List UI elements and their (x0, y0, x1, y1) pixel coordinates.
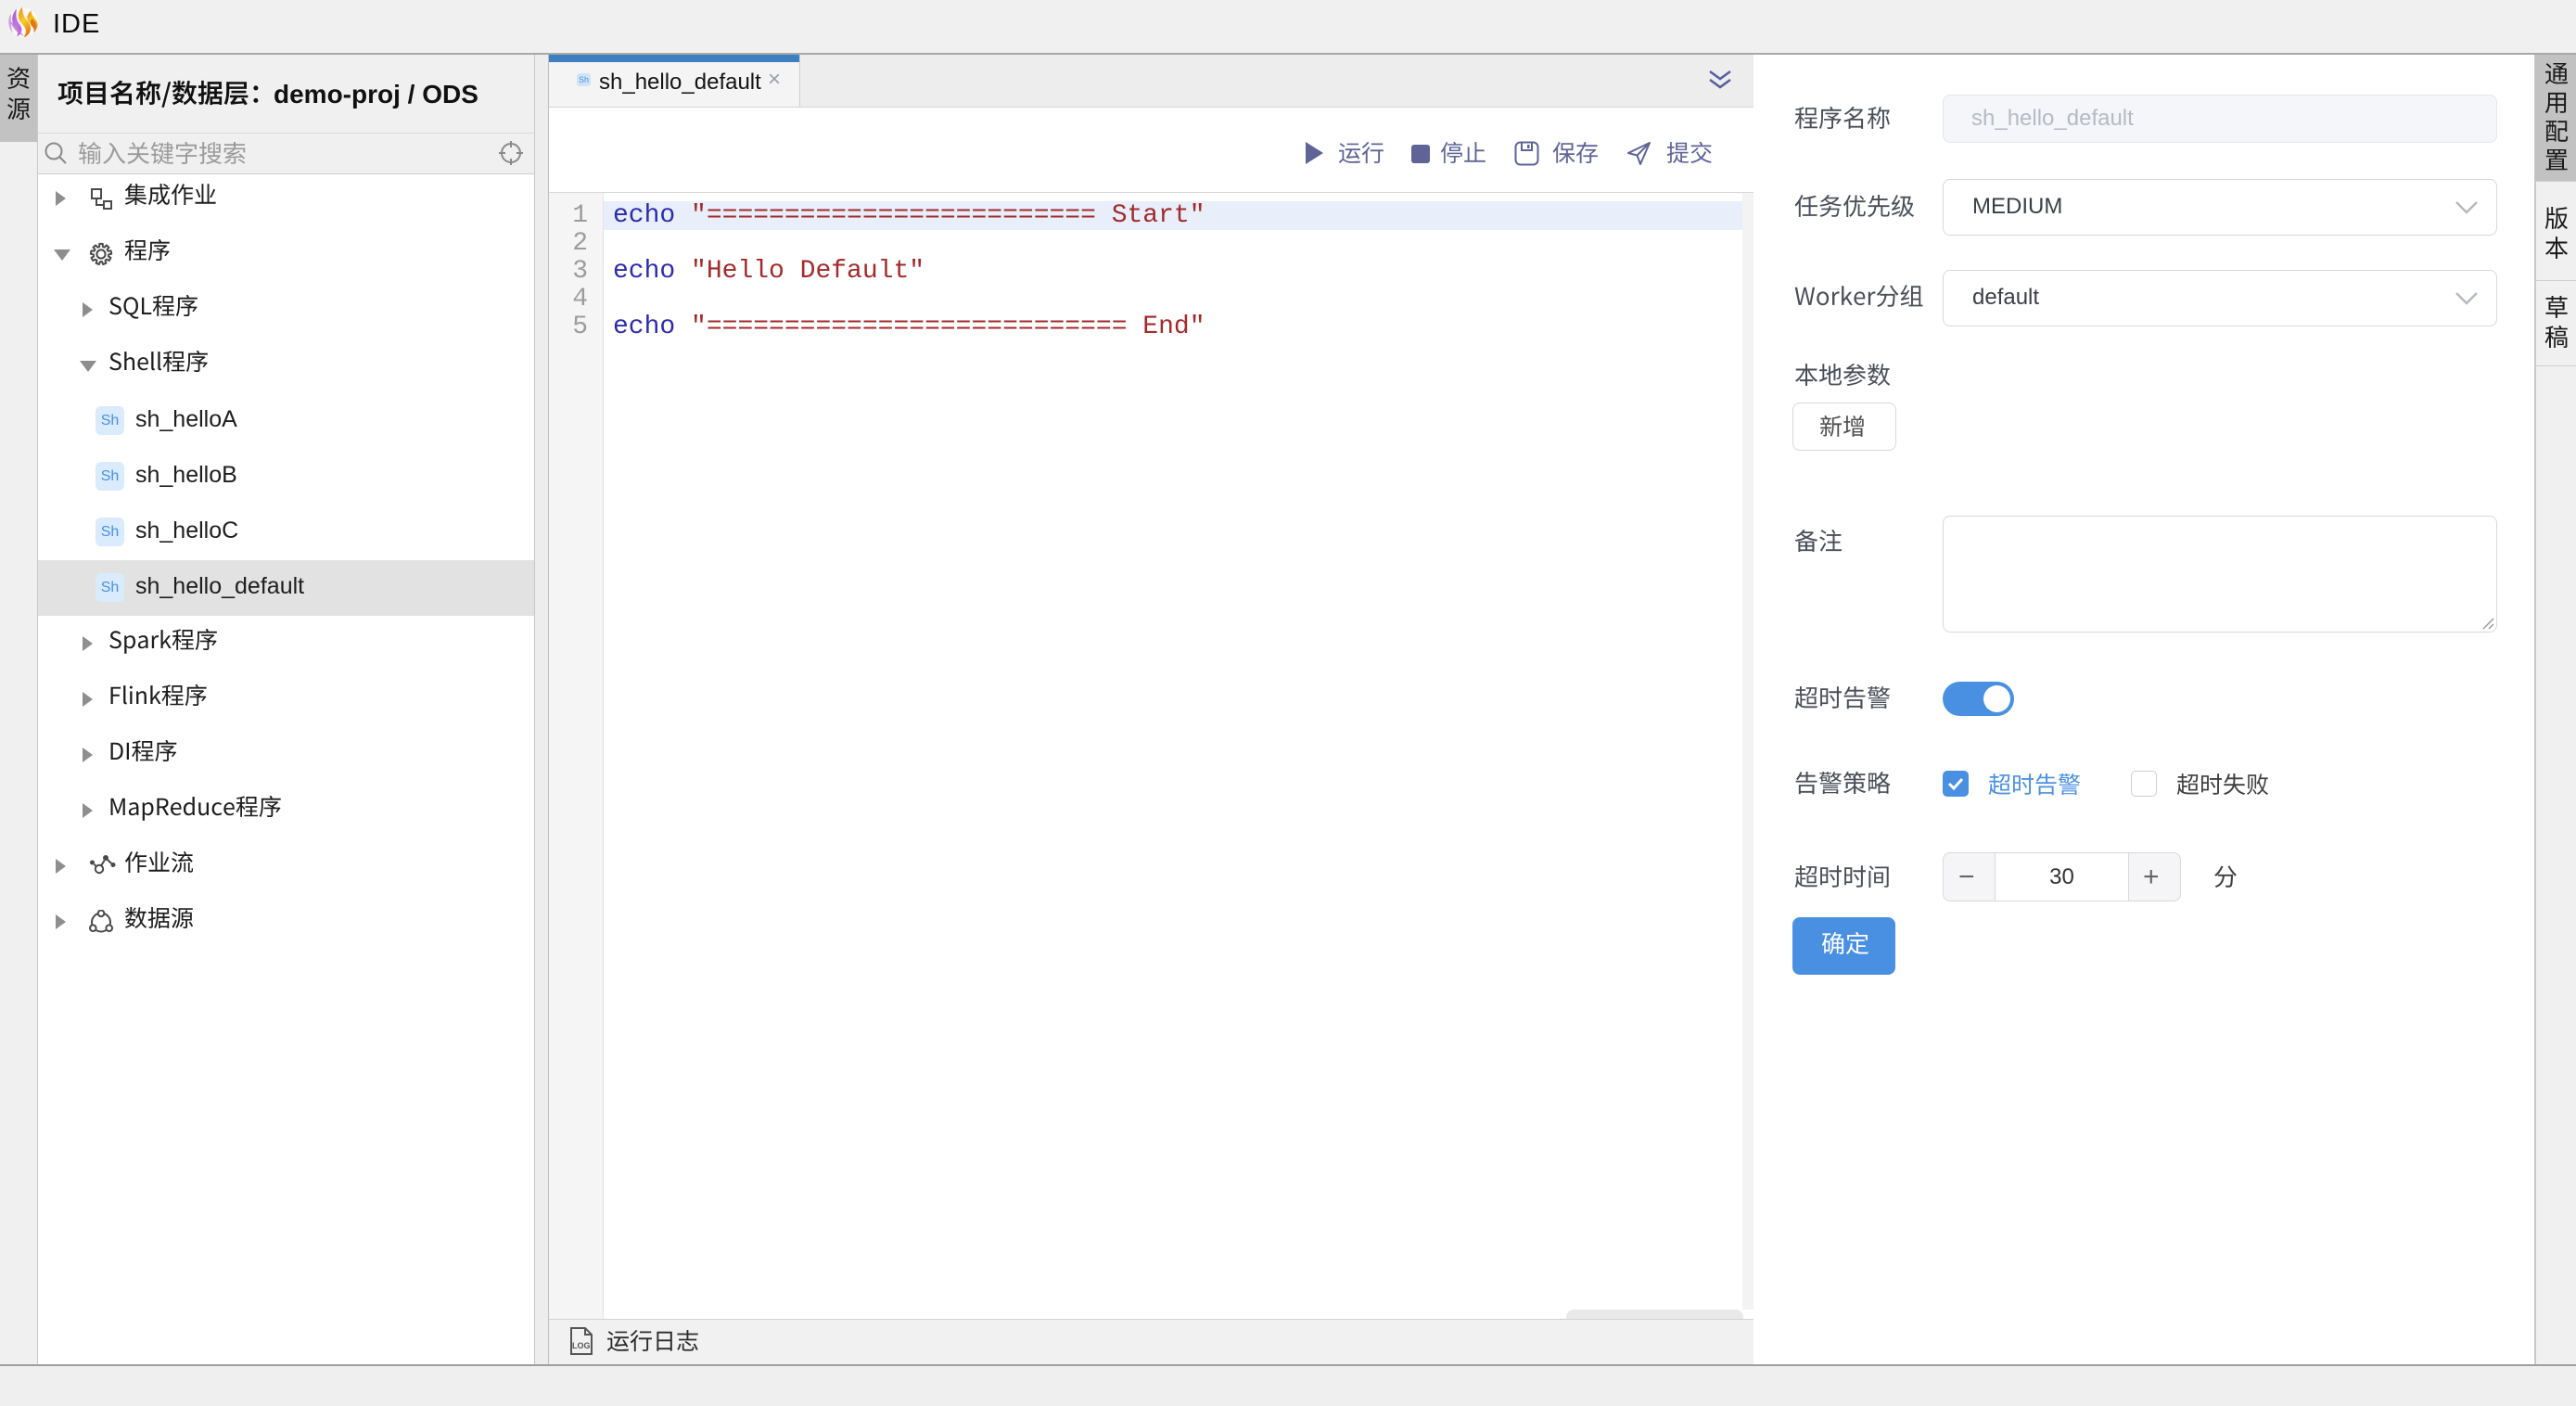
svg-text:LOG: LOG (572, 1341, 591, 1350)
